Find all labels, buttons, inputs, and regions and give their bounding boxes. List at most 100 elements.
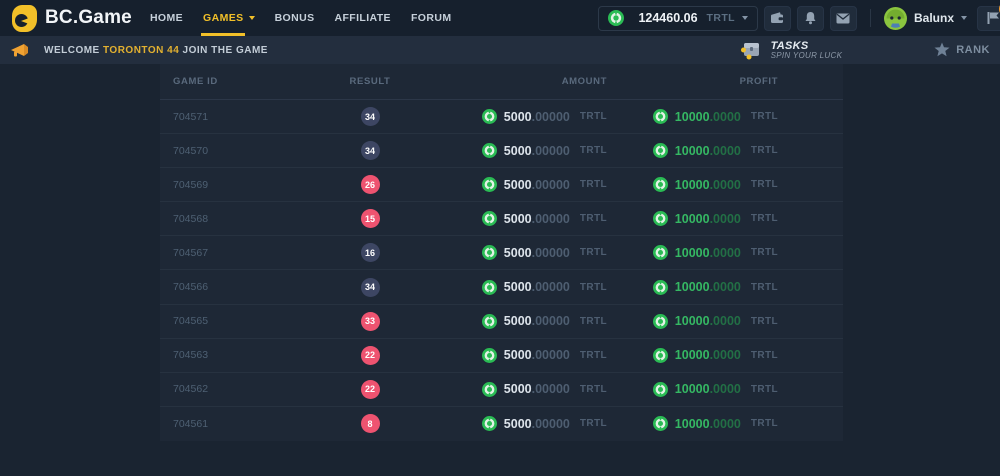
amount-integer: 5000 [504, 246, 532, 260]
amount-fraction: .00000 [532, 382, 570, 396]
game-id-cell: 704566 [160, 281, 320, 293]
amount-fraction: .00000 [532, 280, 570, 294]
profit-cell: 10000.0000 TRTL [620, 109, 843, 124]
profit-fraction: .0000 [710, 144, 741, 158]
table-row[interactable]: 704563 22 5000.00000 TRTL 10 [160, 339, 843, 373]
table-row[interactable]: 704568 15 5000.00000 TRTL 10 [160, 202, 843, 236]
amount-fraction: .00000 [532, 246, 570, 260]
menu-label: AFFILIATE [334, 12, 390, 24]
trtl-coin-icon [653, 280, 668, 295]
welcome-username: TORONTON 44 [103, 45, 179, 56]
divider [870, 9, 871, 27]
profit-integer: 10000 [675, 314, 710, 328]
game-id: 704571 [173, 111, 208, 123]
messages-button[interactable] [830, 6, 857, 31]
amount-integer: 5000 [504, 382, 532, 396]
result-cell: 22 [320, 380, 420, 399]
game-id-cell: 704570 [160, 145, 320, 157]
amount-fraction: .00000 [532, 417, 570, 431]
wallet-button[interactable] [764, 6, 791, 31]
table-row[interactable]: 704566 34 5000.00000 TRTL 10 [160, 270, 843, 304]
profit-integer: 10000 [675, 178, 710, 192]
announcement-bar: WELCOME TORONTON 44 JOIN THE GAME TASKS … [0, 36, 1000, 64]
result-cell: 15 [320, 209, 420, 228]
profit-integer: 10000 [675, 144, 710, 158]
table-row[interactable]: 704570 34 5000.00000 TRTL 10 [160, 134, 843, 168]
announcement-message[interactable]: WELCOME TORONTON 44 JOIN THE GAME [10, 42, 268, 58]
table-row[interactable]: 704565 33 5000.00000 TRTL 10 [160, 305, 843, 339]
profit-fraction: .0000 [710, 348, 741, 362]
bcgame-logo-icon [12, 5, 37, 32]
menu-item-home[interactable]: HOME [150, 0, 183, 36]
amount-integer: 5000 [504, 314, 532, 328]
result-cell: 34 [320, 141, 420, 160]
profit-fraction: .0000 [710, 246, 741, 260]
profit-currency: TRTL [751, 213, 778, 224]
table-row[interactable]: 704571 34 5000.00000 TRTL 10 [160, 100, 843, 134]
amount-cell: 5000.00000 TRTL [420, 245, 620, 260]
game-id-cell: 704565 [160, 315, 320, 327]
trtl-coin-icon [653, 245, 668, 260]
top-navbar: BC.Game HOME GAMES BONUS AFFILIATE FORUM [0, 0, 1000, 36]
result-cell: 34 [320, 278, 420, 297]
profit-integer: 10000 [675, 110, 710, 124]
table-row[interactable]: 704569 26 5000.00000 TRTL 10 [160, 168, 843, 202]
menu-item-forum[interactable]: FORUM [411, 0, 452, 36]
result-cell: 34 [320, 107, 420, 126]
menu-label: FORUM [411, 12, 452, 24]
megaphone-icon [10, 42, 30, 58]
amount-cell: 5000.00000 TRTL [420, 314, 620, 329]
table-row[interactable]: 704562 22 5000.00000 TRTL 10 [160, 373, 843, 407]
amount-fraction: .00000 [532, 314, 570, 328]
result-cell: 26 [320, 175, 420, 194]
menu-item-bonus[interactable]: BONUS [275, 0, 315, 36]
amount-cell: 5000.00000 TRTL [420, 348, 620, 363]
rank-widget[interactable]: RANK [934, 42, 990, 57]
profit-currency: TRTL [751, 247, 778, 258]
trtl-coin-icon [482, 314, 497, 329]
main-menu: HOME GAMES BONUS AFFILIATE FORUM [150, 0, 452, 36]
trtl-coin-icon [653, 348, 668, 363]
amount-currency: TRTL [580, 418, 607, 429]
tasks-widget[interactable]: TASKS SPIN YOUR LUCK [739, 40, 843, 61]
notifications-button[interactable] [797, 6, 824, 31]
amount-currency: TRTL [580, 111, 607, 122]
game-id: 704566 [173, 281, 208, 293]
tasks-chest-icon [739, 40, 763, 60]
table-row[interactable]: 704561 8 5000.00000 TRTL 100 [160, 407, 843, 441]
trtl-coin-icon [482, 109, 497, 124]
profit-fraction: .0000 [710, 178, 741, 192]
result-badge: 34 [361, 141, 380, 160]
user-menu[interactable]: Balunx [884, 7, 967, 30]
profit-cell: 10000.0000 TRTL [620, 245, 843, 260]
result-cell: 33 [320, 312, 420, 331]
menu-item-games[interactable]: GAMES [203, 0, 255, 36]
menu-label: GAMES [203, 12, 244, 24]
profit-currency: TRTL [751, 316, 778, 327]
result-badge: 34 [361, 107, 380, 126]
result-badge: 34 [361, 278, 380, 297]
logo-wedge-shape [21, 18, 29, 24]
brand-name: BC.Game [45, 7, 132, 29]
quests-button[interactable]: 10 [977, 6, 1000, 31]
amount-cell: 5000.00000 TRTL [420, 416, 620, 431]
profit-integer: 10000 [675, 212, 710, 226]
balance-selector[interactable]: 124460.06 TRTL [598, 6, 758, 31]
trtl-coin-icon [482, 245, 497, 260]
trtl-coin-icon [482, 177, 497, 192]
trtl-coin-icon [653, 211, 668, 226]
menu-item-affiliate[interactable]: AFFILIATE [334, 0, 390, 36]
header-amount: AMOUNT [420, 76, 620, 87]
brand-logo[interactable]: BC.Game [12, 5, 132, 32]
tasks-title: TASKS [771, 40, 843, 52]
profit-currency: TRTL [751, 145, 778, 156]
chevron-down-icon [742, 16, 748, 20]
chevron-down-icon [249, 16, 255, 20]
amount-cell: 5000.00000 TRTL [420, 177, 620, 192]
table-header: GAME ID RESULT AMOUNT PROFIT [160, 64, 843, 100]
game-id: 704561 [173, 418, 208, 430]
profit-cell: 10000.0000 TRTL [620, 348, 843, 363]
header-profit: PROFIT [620, 76, 843, 87]
table-row[interactable]: 704567 16 5000.00000 TRTL 10 [160, 236, 843, 270]
profit-integer: 10000 [675, 382, 710, 396]
